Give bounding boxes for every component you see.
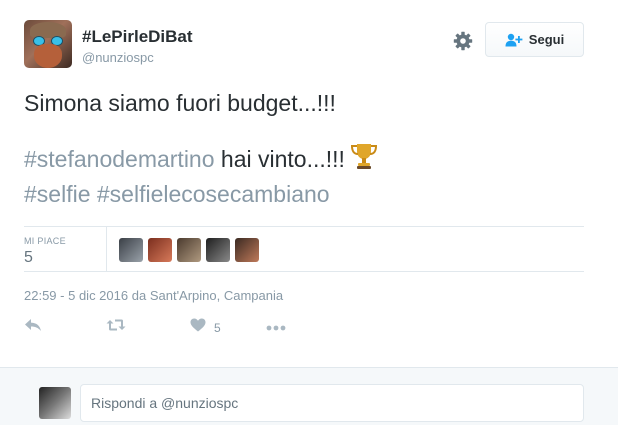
- tweet-time[interactable]: 22:59: [24, 288, 57, 303]
- tweet-line-1: Simona siamo fuori budget...!!!: [24, 90, 336, 116]
- trophy-icon: [349, 141, 379, 179]
- tweet-card: #LePirleDiBat @nunziospc Segui Simona si…: [0, 0, 618, 425]
- like-count: 5: [214, 320, 221, 335]
- tweet-text: Simona siamo fuori budget...!!! #stefano…: [24, 88, 584, 210]
- reply-button[interactable]: [24, 318, 42, 337]
- tweet-location[interactable]: Sant'Arpino, Campania: [150, 288, 283, 303]
- liker-avatar[interactable]: [119, 238, 143, 262]
- user-handle[interactable]: @nunziospc: [82, 50, 154, 65]
- tweet-da: da: [131, 288, 147, 303]
- avatar-beard: [34, 44, 62, 68]
- more-button[interactable]: [266, 318, 286, 336]
- liker-avatar[interactable]: [235, 238, 259, 262]
- user-avatar[interactable]: [24, 20, 72, 68]
- hashtag-link[interactable]: #stefanodemartino: [24, 146, 215, 172]
- follow-button[interactable]: Segui: [485, 22, 584, 57]
- likers-list: [119, 238, 264, 262]
- reply-input[interactable]: Rispondi a @nunziospc: [80, 384, 584, 422]
- liker-avatar[interactable]: [177, 238, 201, 262]
- retweet-button[interactable]: [106, 318, 126, 337]
- add-user-icon: [505, 33, 523, 47]
- reply-area: Rispondi a @nunziospc: [0, 367, 618, 425]
- liker-avatar[interactable]: [206, 238, 230, 262]
- likes-label: MI PIACE: [24, 236, 66, 246]
- heart-icon: [190, 318, 206, 337]
- hashtag-link[interactable]: #selfie: [24, 181, 90, 207]
- likes-count[interactable]: 5: [24, 249, 33, 267]
- like-button[interactable]: 5: [190, 318, 221, 337]
- follow-label: Segui: [528, 32, 565, 47]
- tweet-spacer: [24, 119, 584, 141]
- gear-icon[interactable]: [452, 30, 474, 52]
- tweet-line-3: #selfie #selfielecosecambiano: [24, 179, 584, 210]
- tweet-line-2-text: hai vinto...!!!: [214, 146, 345, 172]
- more-icon: [266, 318, 286, 336]
- tweet-stats: MI PIACE 5: [24, 226, 584, 272]
- tweet-timestamp: 22:59 - 5 dic 2016 da Sant'Arpino, Campa…: [24, 288, 284, 303]
- tweet-line-2: #stefanodemartino hai vinto...!!!: [24, 141, 584, 179]
- retweet-icon: [106, 318, 126, 337]
- current-user-avatar: [39, 387, 71, 419]
- reply-icon: [24, 318, 42, 337]
- user-name[interactable]: #LePirleDiBat: [82, 27, 193, 47]
- tweet-date[interactable]: 5 dic 2016: [68, 288, 128, 303]
- stats-divider: [106, 227, 107, 272]
- hashtag-link[interactable]: #selfielecosecambiano: [97, 181, 330, 207]
- liker-avatar[interactable]: [148, 238, 172, 262]
